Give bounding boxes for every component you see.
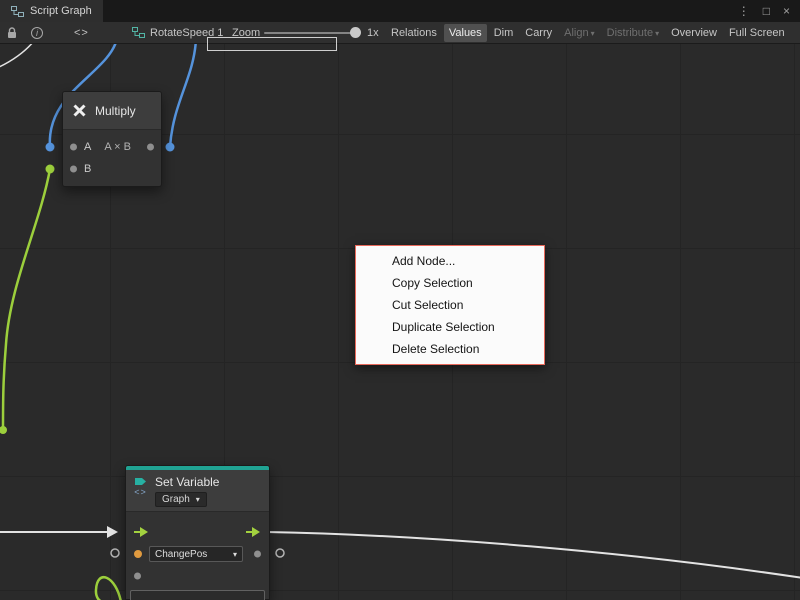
variable-name-input-port[interactable] [134,550,142,558]
menu-item-copy-selection[interactable]: Copy Selection [356,272,544,294]
node-multiply-header[interactable]: Multiply [63,92,161,130]
port-b-label: B [84,163,91,175]
node-title: Set Variable [155,475,219,489]
port-row-a: A A × B [63,136,161,158]
window-controls: ⋮ □ × [738,0,800,22]
port-row-b: B [63,158,161,180]
toolbar-button-align[interactable]: Align▾ [559,24,599,42]
variable-output-port[interactable] [254,551,261,558]
unity-graph-window: Script Graph ⋮ □ × i <> RotateS [0,0,800,600]
menu-item-delete-selection[interactable]: Delete Selection [356,338,544,360]
variable-port-row: ChangePos ▾ [126,543,269,565]
chevron-down-icon: ▾ [196,495,200,504]
maximize-icon[interactable]: □ [763,5,770,17]
port-a-value: A × B [104,141,131,153]
zoom-slider-track[interactable] [264,32,356,34]
port-dot-green-b-input[interactable] [46,165,55,174]
wire-white-flow-out[interactable] [266,532,800,578]
wire-blue-output[interactable] [170,44,196,147]
multiply-icon [72,103,87,118]
node-set-variable[interactable]: <> Set Variable Graph ▾ [125,465,270,600]
node-multiply[interactable]: Multiply A A × B B [62,91,162,187]
tab-script-graph[interactable]: Script Graph [0,0,103,22]
toolbar-button-distribute[interactable]: Distribute▾ [602,24,664,42]
port-ring-left[interactable] [111,549,119,557]
toolbar-button-full-screen[interactable]: Full Screen [724,24,790,42]
scope-dropdown[interactable]: Graph ▾ [155,492,207,507]
breadcrumb-graph-icon [132,27,145,38]
graph-canvas[interactable]: Multiply A A × B B [0,44,800,600]
tab-title: Script Graph [30,5,92,17]
port-a-label: A [84,141,91,153]
value-port-row [126,565,269,587]
toolbar-button-relations[interactable]: Relations [386,24,442,42]
set-variable-icon: <> [134,475,147,506]
chevron-down-icon: ▾ [655,29,659,38]
lock-icon[interactable] [7,22,17,43]
port-dot-green-edge[interactable] [0,426,7,434]
graph-toolbar: i <> RotateSpeed 1 Zoom 1x Relations Val… [0,22,800,44]
node-multiply-body: A A × B B [63,130,161,186]
flow-in-arrowhead [107,526,118,538]
zoom-slider-knob[interactable] [350,27,361,38]
wire-green-long[interactable] [3,169,50,430]
toolbar-button-carry[interactable]: Carry [520,24,557,42]
toolbar-button-overview[interactable]: Overview [666,24,722,42]
menu-item-duplicate-selection[interactable]: Duplicate Selection [356,316,544,338]
menu-item-add-node[interactable]: Add Node... [356,250,544,272]
tab-bar: Script Graph ⋮ □ × [0,0,800,22]
input-port-a[interactable] [70,144,77,151]
port-ring-right[interactable] [276,549,284,557]
port-dot-blue-a-input[interactable] [46,143,55,152]
script-graph-icon [11,6,24,17]
code-icon[interactable]: <> [74,22,89,43]
value-input-field[interactable] [130,590,265,600]
toolbar-button-values[interactable]: Values [444,24,487,42]
variable-dropdown[interactable]: ChangePos ▾ [149,546,243,562]
context-menu: Add Node... Copy Selection Cut Selection… [355,245,545,365]
info-icon[interactable]: i [31,22,43,43]
menu-item-cut-selection[interactable]: Cut Selection [356,294,544,316]
zoom-value: 1x [367,22,379,43]
flow-port-row [126,521,269,543]
toolbar-buttons: Relations Values Dim Carry Align▾ Distri… [386,22,790,43]
input-port-b[interactable] [70,166,77,173]
empty-field-outline[interactable] [207,37,337,51]
output-port[interactable] [147,144,154,151]
close-icon[interactable]: × [783,5,790,17]
toolbar-button-dim[interactable]: Dim [489,24,519,42]
chevron-down-icon: ▾ [233,550,237,559]
wire-green-hook[interactable] [96,577,121,600]
port-dot-blue-output[interactable] [166,143,175,152]
window-menu-icon[interactable]: ⋮ [738,5,750,17]
node-set-variable-header[interactable]: <> Set Variable Graph ▾ [126,470,269,512]
value-input-port[interactable] [134,573,141,580]
wire-white-corner[interactable] [0,44,34,68]
flow-input-arrow-icon[interactable] [134,527,149,537]
node-title: Multiply [95,104,136,118]
flow-output-arrow-icon[interactable] [246,527,261,537]
chevron-down-icon: ▾ [591,29,595,38]
